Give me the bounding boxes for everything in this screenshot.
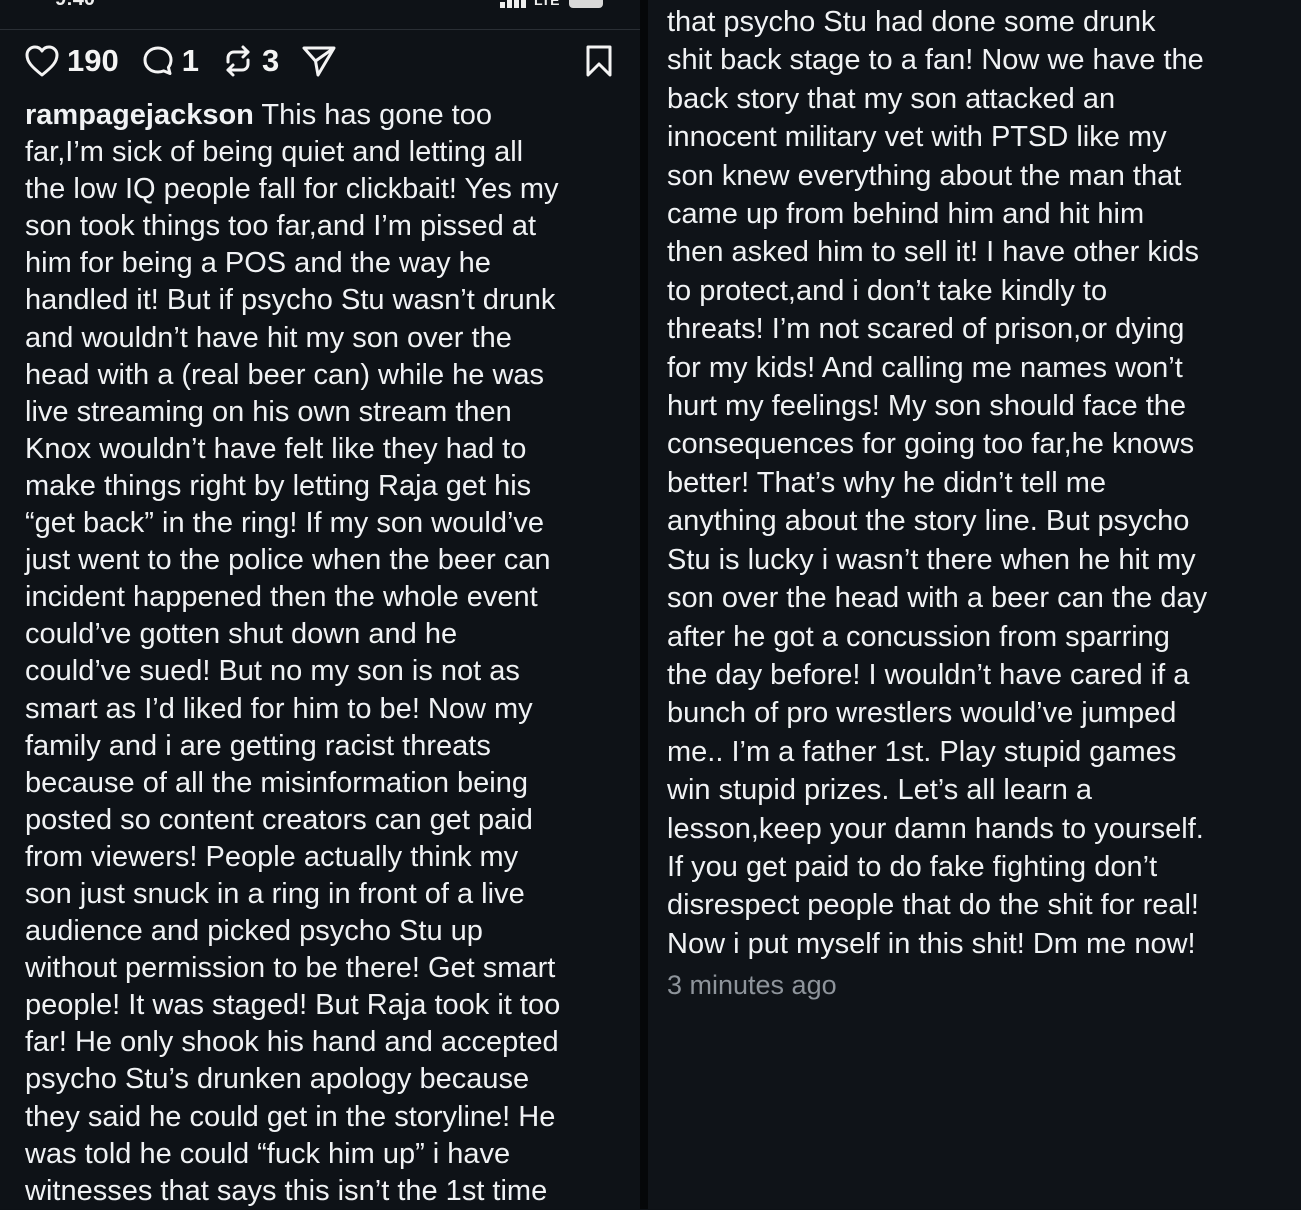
caption-text-part1: This has gone too far,I’m sick of being …: [25, 99, 561, 1207]
repost-button[interactable]: 3: [221, 43, 279, 79]
caption-text-part2: that psycho Stu had done some drunk shit…: [667, 6, 1208, 960]
post-action-row: 190 1 3: [24, 40, 620, 82]
status-bar: 9:40 LTE: [0, 0, 640, 30]
like-button[interactable]: 190: [24, 43, 119, 79]
bookmark-icon: [584, 44, 614, 78]
network-label: LTE: [534, 0, 560, 8]
repost-icon: [221, 44, 255, 78]
heart-icon: [24, 44, 60, 78]
post-caption: rampagejackson This has gone too far,I’m…: [25, 97, 625, 1210]
status-indicators: LTE: [500, 0, 604, 8]
status-time: 9:40: [55, 0, 95, 11]
post-username[interactable]: rampagejackson: [25, 99, 254, 131]
repost-count: 3: [261, 43, 280, 78]
like-count: 190: [67, 43, 119, 78]
save-button[interactable]: [584, 44, 614, 78]
post-timestamp: 3 minutes ago: [667, 970, 837, 1000]
share-icon: [301, 44, 337, 78]
comment-button[interactable]: 1: [141, 43, 199, 79]
signal-icon: [500, 0, 528, 8]
comment-icon: [141, 44, 175, 78]
battery-icon: [569, 0, 604, 8]
share-button[interactable]: [301, 44, 337, 78]
panel-divider: [640, 0, 648, 1209]
comment-count: 1: [181, 43, 199, 78]
